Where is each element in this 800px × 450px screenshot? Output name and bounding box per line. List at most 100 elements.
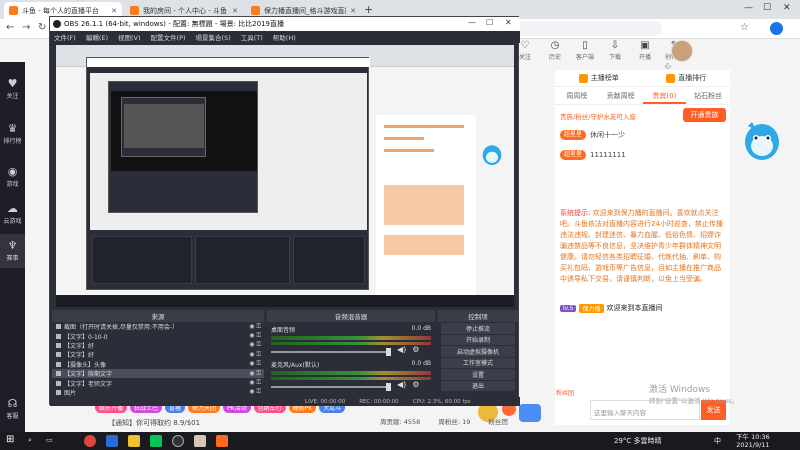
source-row[interactable]: 【文字】好 ◉ ⚿: [52, 350, 264, 359]
sidebar-item-service[interactable]: ☊ 客服: [0, 392, 25, 426]
studio-mode-button[interactable]: 工作室模式: [441, 357, 515, 368]
profile-avatar[interactable]: [770, 22, 783, 35]
volume-meter: [271, 377, 431, 380]
rank-header: 主播榜单 直播排行: [555, 70, 730, 87]
source-type-icon: [56, 333, 61, 339]
menu-tools[interactable]: 工具(T): [241, 32, 263, 42]
sidebar-item-rank[interactable]: ♛ 排行榜: [0, 117, 25, 151]
gear-icon[interactable]: ⚙: [412, 345, 419, 354]
menu-scene-collection[interactable]: 場景集合(S): [196, 32, 231, 42]
start-recording-button[interactable]: 开始录制: [441, 334, 515, 345]
obs-titlebar: OBS 26.1.1 (64-bit, windows) - 配置: 無標題 -…: [50, 17, 520, 31]
tab-anchor-rank[interactable]: 主播榜单: [555, 70, 643, 87]
eye-lock-icon[interactable]: ◉ ⚿: [249, 323, 261, 331]
close-icon[interactable]: ✕: [350, 7, 356, 15]
eye-lock-icon[interactable]: ◉ ⚿: [249, 388, 261, 396]
obs-menubar: 文件(F) 編輯(E) 视图(V) 配置文件(P) 場景集合(S) 工具(T) …: [50, 31, 520, 43]
user-avatar[interactable]: [671, 40, 693, 62]
nav-client[interactable]: ▯ 客户端: [575, 40, 595, 70]
gamepad-icon: ◉: [7, 165, 18, 178]
cup-icon: ♆: [7, 239, 18, 252]
gift-box-icon[interactable]: [519, 404, 541, 422]
stop-streaming-button[interactable]: 停止推流: [441, 323, 515, 334]
folder-icon[interactable]: [128, 435, 140, 447]
eye-lock-icon[interactable]: ◉ ⚿: [249, 341, 261, 349]
obs-taskbar-icon[interactable]: [172, 435, 184, 447]
douyu-icon[interactable]: [216, 435, 228, 447]
virtual-camera-button[interactable]: 启动虚拟摄像机: [441, 346, 515, 357]
camera-icon: ▣: [640, 40, 650, 51]
sidebar-item-follow[interactable]: ♥ 关注: [0, 72, 25, 106]
open-noble-button[interactable]: 开通贵族: [683, 108, 726, 122]
maximize-button[interactable]: ☐: [486, 18, 493, 27]
notification-text[interactable]: 【通知】你可得取约 8.9/$01: [108, 418, 200, 428]
close-icon[interactable]: ✕: [111, 7, 117, 15]
clock[interactable]: 下午 10:36 2021/9/11: [736, 433, 770, 449]
line-icon[interactable]: [150, 435, 162, 447]
eye-lock-icon[interactable]: ◉ ⚿: [249, 351, 261, 359]
speaker-icon[interactable]: ◀): [397, 380, 406, 389]
task-view-icon[interactable]: ▭: [46, 436, 53, 444]
settings-button[interactable]: 设置: [441, 369, 515, 380]
ime-indicator[interactable]: 中: [714, 436, 721, 446]
fish-mascot-icon[interactable]: [742, 118, 782, 162]
menu-view[interactable]: 视图(V): [118, 32, 141, 42]
gear-icon[interactable]: ⚙: [412, 380, 419, 389]
room-stats: 周贡献: 4558 周粉丝: 19 粉丝团: [380, 418, 508, 426]
close-window-button[interactable]: ✕: [783, 3, 791, 13]
windows-start-icon[interactable]: ⊞: [6, 434, 14, 445]
tab-diamond[interactable]: 钻石粉丝: [686, 88, 730, 104]
app-icon[interactable]: [194, 435, 206, 447]
sidebar-item-esports[interactable]: ♆ 赛事: [0, 234, 25, 268]
minimize-button[interactable]: —: [468, 18, 476, 27]
fans-row[interactable]: 粉丝团: [556, 388, 574, 397]
eye-lock-icon[interactable]: ◉ ⚿: [249, 370, 261, 378]
source-type-icon: [56, 324, 61, 330]
edge-icon[interactable]: [106, 435, 118, 447]
source-row[interactable]: 截图（打开时请关掉,尽量仅禁用:不用会-） ◉ ⚿: [52, 322, 264, 331]
nav-download[interactable]: ⇩ 下载: [605, 40, 625, 70]
back-icon[interactable]: ←: [6, 22, 14, 33]
close-icon[interactable]: ✕: [232, 7, 238, 15]
douyu-favicon: [251, 6, 260, 15]
tab-week[interactable]: 周周榜: [555, 88, 599, 104]
speaker-icon[interactable]: ◀): [397, 345, 406, 354]
source-row[interactable]: 【文字】0-10-0 ◉ ⚿: [52, 331, 264, 341]
close-window-button[interactable]: ✕: [505, 18, 512, 27]
volume-slider[interactable]: [271, 347, 391, 356]
mixer-channel: 麦克风/Aux(默认) 0.0 dB ◀) ⚙: [271, 360, 431, 391]
menu-help[interactable]: 帮助(H): [273, 32, 296, 42]
volume-slider[interactable]: [271, 382, 391, 391]
source-row[interactable]: 【文字】好 ◉ ⚿: [52, 341, 264, 350]
eye-lock-icon[interactable]: ◉ ⚿: [249, 360, 261, 368]
new-tab-button[interactable]: +: [364, 3, 373, 16]
search-icon[interactable]: ⌕: [28, 436, 32, 445]
source-row[interactable]: 【文字】老师文字 ◉ ⚿: [52, 378, 264, 388]
obs-preview[interactable]: [56, 45, 514, 307]
forward-icon[interactable]: →: [22, 22, 30, 33]
eye-lock-icon[interactable]: ◉ ⚿: [249, 332, 261, 340]
sidebar-item-games[interactable]: ◉ 游戏: [0, 160, 25, 194]
reload-icon[interactable]: ↻: [38, 22, 46, 33]
chrome-icon[interactable]: [84, 435, 96, 447]
source-row[interactable]: 【文字】限期文字 ◉ ⚿: [52, 368, 264, 379]
maximize-button[interactable]: ☐: [763, 3, 771, 13]
menu-profile[interactable]: 配置文件(P): [151, 32, 186, 42]
tab-contrib[interactable]: 贡献周榜: [599, 88, 643, 104]
star-icon[interactable]: ☆: [740, 22, 749, 33]
source-row[interactable]: 图片 ◉ ⚿: [52, 388, 264, 397]
menu-file[interactable]: 文件(F): [54, 32, 76, 42]
windows-taskbar: ⊞ ⌕ ▭ 【通知】你可得取约 8.9/$01 29°C 多雲時晴 中 下午 1…: [0, 419, 800, 450]
tab-live-rank[interactable]: 直播排行: [642, 70, 730, 87]
eye-lock-icon[interactable]: ◉ ⚿: [249, 379, 261, 387]
sidebar-item-cloud-game[interactable]: ☁ 云游戏: [0, 197, 25, 231]
minimize-button[interactable]: —: [744, 3, 753, 13]
menu-edit[interactable]: 編輯(E): [86, 32, 108, 42]
exit-button[interactable]: 退出: [441, 380, 515, 391]
weather[interactable]: 29°C 多雲時晴: [614, 436, 662, 446]
headset-icon: ☊: [7, 397, 18, 410]
nav-start-live[interactable]: ▣ 开播: [635, 40, 655, 70]
nav-history[interactable]: ◷ 历史: [545, 40, 565, 70]
source-row[interactable]: 【摄像头】头像 ◉ ⚿: [52, 360, 264, 369]
tab-vip[interactable]: 贵宾(0): [642, 88, 687, 104]
